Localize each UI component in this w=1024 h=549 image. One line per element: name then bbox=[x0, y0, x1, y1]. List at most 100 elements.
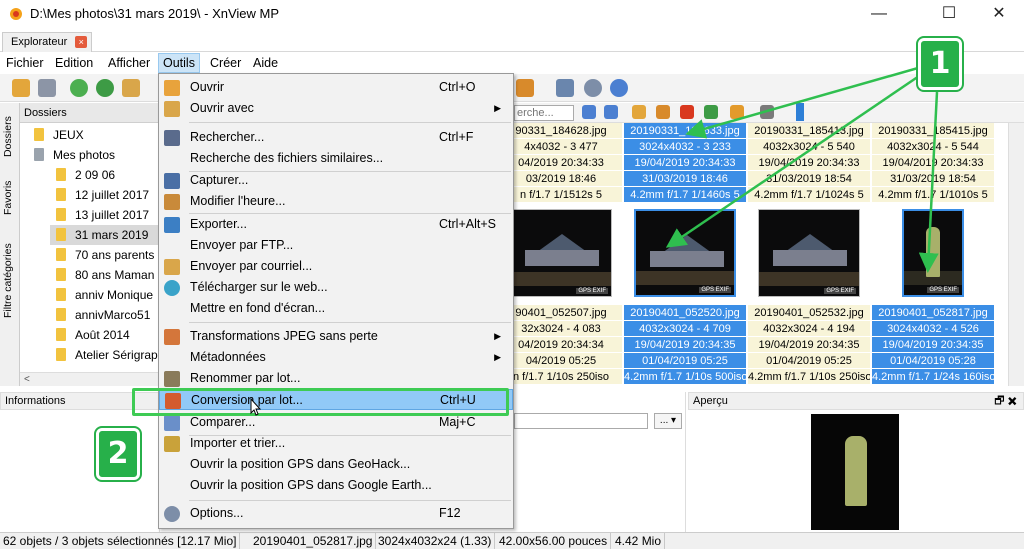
menu-item-fond-ecran[interactable]: Mettre en fond d'écran... bbox=[159, 298, 513, 319]
tree-item-selected[interactable]: 31 mars 2019 bbox=[50, 225, 160, 245]
settings-gear-icon[interactable] bbox=[584, 79, 602, 97]
tree-item-mes-photos[interactable]: Mes photos bbox=[34, 145, 115, 165]
tree-item[interactable]: annivMarco51 bbox=[56, 305, 150, 325]
thumbnail[interactable]: GPS EXIF bbox=[624, 203, 746, 305]
thumb-info: 4.2mm f/1.7 1/1460s 5 bbox=[624, 187, 746, 203]
mail-icon bbox=[164, 259, 180, 275]
menu-item-modifier-heure[interactable]: Modifier l'heure... bbox=[159, 191, 513, 212]
menu-afficher[interactable]: Afficher bbox=[104, 53, 154, 73]
thumb-info[interactable]: 20190401_052817.jpg bbox=[872, 305, 994, 321]
menu-item-telecharger-web[interactable]: Télécharger sur le web... bbox=[159, 277, 513, 298]
gps-exif-badge: GPS EXIF bbox=[824, 288, 856, 294]
gear-icon bbox=[164, 506, 180, 522]
tree-item[interactable]: 70 ans parents bbox=[56, 245, 154, 265]
folder-icon bbox=[56, 328, 66, 341]
menu-item-google-earth[interactable]: Ouvrir la position GPS dans Google Earth… bbox=[159, 475, 513, 496]
menu-item-capturer[interactable]: Capturer... bbox=[159, 170, 513, 191]
menu-item-exporter[interactable]: Exporter... Ctrl+Alt+S bbox=[159, 214, 513, 235]
browser-icon[interactable] bbox=[12, 79, 30, 97]
thumb-info: 4.2mm f/1.7 1/1024s 5 bbox=[748, 187, 870, 203]
layout-icon[interactable] bbox=[760, 105, 774, 119]
tree-item-jeux[interactable]: JEUX bbox=[34, 125, 84, 145]
folder-icon bbox=[34, 128, 44, 141]
tab-explorateur[interactable]: Explorateur × bbox=[2, 32, 93, 52]
scroll-left-icon[interactable]: < bbox=[24, 374, 30, 385]
menu-item-ouvrir[interactable]: Ouvrir Ctrl+O bbox=[159, 77, 513, 98]
thumbnail-scrollbar[interactable] bbox=[1008, 123, 1024, 386]
sync-icon[interactable] bbox=[96, 79, 114, 97]
close-button[interactable]: ✕ bbox=[976, 0, 1022, 28]
menu-item-metadonnees[interactable]: Métadonnées ▶ bbox=[159, 347, 513, 368]
globe-icon bbox=[164, 280, 180, 296]
minimize-button[interactable]: — bbox=[856, 0, 902, 28]
menu-item-jpeg-transform[interactable]: Transformations JPEG sans perte ▶ bbox=[159, 326, 513, 347]
menu-creer[interactable]: Créer bbox=[206, 53, 245, 73]
menu-item-rechercher[interactable]: Rechercher... Ctrl+F bbox=[159, 127, 513, 148]
tag-icon[interactable] bbox=[704, 105, 718, 119]
tree-item[interactable]: 13 juillet 2017 bbox=[56, 205, 149, 225]
thumb-info: 04/2019 20:34:33 bbox=[514, 155, 622, 171]
thumb-info[interactable]: 90401_052507.jpg bbox=[514, 305, 622, 321]
tree-item[interactable]: 2 09 06 bbox=[56, 165, 115, 185]
thumbnail[interactable]: GPS EXIF bbox=[872, 203, 994, 305]
tree-item[interactable]: 12 juillet 2017 bbox=[56, 185, 149, 205]
refresh-icon[interactable] bbox=[70, 79, 88, 97]
panel-pin-icon[interactable]: 🗗 ✖ bbox=[994, 393, 1017, 409]
view-icon[interactable] bbox=[516, 79, 534, 97]
menu-item-importer-trier[interactable]: Importer et trier... bbox=[159, 433, 513, 454]
menu-aide[interactable]: Aide bbox=[249, 53, 282, 73]
help-icon[interactable] bbox=[610, 79, 628, 97]
metadata-field[interactable] bbox=[514, 413, 648, 429]
tree-icon[interactable] bbox=[556, 79, 574, 97]
menu-edition[interactable]: Edition bbox=[51, 53, 97, 73]
tree-item[interactable]: anniv Monique bbox=[56, 285, 153, 305]
thumb-info[interactable]: 20190401_052532.jpg bbox=[748, 305, 870, 321]
tree-item[interactable]: Atelier Sérigrap bbox=[56, 345, 158, 365]
menu-item-geohack[interactable]: Ouvrir la position GPS dans GeoHack... bbox=[159, 454, 513, 475]
folder-tools-icon[interactable] bbox=[122, 79, 140, 97]
vtab-favoris[interactable]: Favoris bbox=[2, 173, 18, 223]
zoom-slider-icon[interactable] bbox=[796, 103, 804, 121]
menu-item-ouvrir-avec[interactable]: Ouvrir avec ▶ bbox=[159, 98, 513, 119]
maximize-button[interactable]: ☐ bbox=[926, 0, 972, 28]
thumbnail[interactable]: GPS EXIF bbox=[514, 203, 622, 305]
tree-item[interactable]: 80 ans Maman bbox=[56, 265, 154, 285]
search-input[interactable] bbox=[514, 105, 574, 121]
filter-icon[interactable] bbox=[730, 105, 744, 119]
tab-close-icon[interactable]: × bbox=[75, 36, 88, 48]
thumb-info: 4032x3024 - 5 544 bbox=[872, 139, 994, 155]
folder-icon bbox=[56, 188, 66, 201]
thumb-info: 03/2019 18:46 bbox=[514, 171, 622, 187]
browser-toolbar bbox=[514, 103, 1024, 123]
back-icon[interactable] bbox=[582, 105, 596, 119]
tree-item[interactable]: Août 2014 bbox=[56, 325, 130, 345]
menu-outils[interactable]: Outils bbox=[158, 53, 200, 73]
status-filesize: 4.42 Mio bbox=[612, 533, 666, 549]
menu-item-recherche-similaires[interactable]: Recherche des fichiers similaires... bbox=[159, 148, 513, 169]
status-bar: 62 objets / 3 objets sélectionnés [12.17… bbox=[0, 532, 1024, 549]
metadata-dropdown[interactable]: ... ▾ bbox=[654, 413, 682, 429]
vtab-dossiers[interactable]: Dossiers bbox=[2, 109, 18, 165]
edit-icon[interactable] bbox=[656, 105, 670, 119]
menu-item-courriel[interactable]: Envoyer par courriel... bbox=[159, 256, 513, 277]
new-folder-icon[interactable] bbox=[632, 105, 646, 119]
menu-separator bbox=[189, 122, 511, 123]
thumbnail[interactable]: GPS EXIF bbox=[748, 203, 870, 305]
thumb-info[interactable]: 20190331_185413.jpg bbox=[748, 123, 870, 139]
thumb-info: 01/04/2019 05:25 bbox=[624, 353, 746, 369]
binoculars-icon bbox=[164, 130, 180, 146]
thumb-info[interactable]: 20190401_052520.jpg bbox=[624, 305, 746, 321]
forward-icon[interactable] bbox=[604, 105, 618, 119]
menu-item-renommer-lot[interactable]: Renommer par lot... bbox=[159, 368, 513, 389]
menu-fichier[interactable]: Fichier bbox=[2, 53, 48, 73]
thumb-info[interactable]: 20190331_184633.jpg bbox=[624, 123, 746, 139]
delete-icon[interactable] bbox=[680, 105, 694, 119]
menu-item-options[interactable]: Options... F12 bbox=[159, 503, 513, 524]
thumb-info[interactable]: 20190331_185415.jpg bbox=[872, 123, 994, 139]
vtab-filtre-categories[interactable]: Filtre catégories bbox=[2, 231, 18, 331]
fullscreen-icon[interactable] bbox=[38, 79, 56, 97]
outils-menu: Ouvrir Ctrl+O Ouvrir avec ▶ Rechercher... C… bbox=[158, 73, 514, 529]
thumb-info[interactable]: 90331_184628.jpg bbox=[514, 123, 622, 139]
menu-item-ftp[interactable]: Envoyer par FTP... bbox=[159, 235, 513, 256]
folders-hscroll[interactable]: < bbox=[20, 372, 160, 386]
